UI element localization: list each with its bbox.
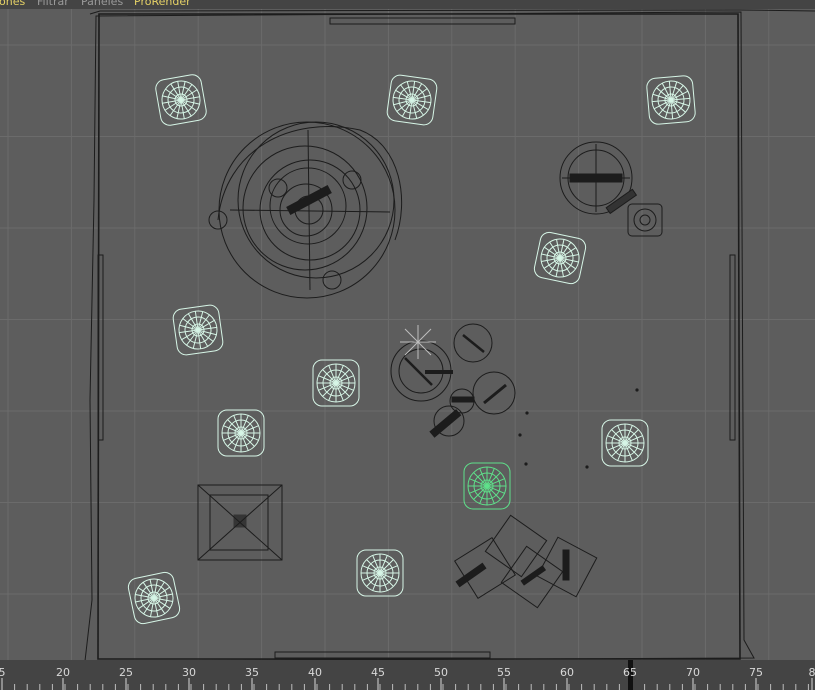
area-light[interactable] — [356, 549, 404, 597]
tick-label: 50 — [434, 666, 448, 679]
area-light[interactable] — [217, 409, 265, 457]
tick-label: 25 — [119, 666, 133, 679]
tick-label: 8 — [808, 666, 815, 679]
tick-label: 20 — [56, 666, 70, 679]
camera-cluster — [390, 323, 516, 438]
area-light[interactable] — [154, 73, 207, 126]
menu-item-opciones[interactable]: ones — [0, 0, 25, 9]
menu-item-paneles[interactable]: Paneles — [81, 0, 123, 9]
pyramid-object — [197, 484, 283, 561]
tick-label: 40 — [308, 666, 322, 679]
menu-item-filtrar[interactable]: Filtrar — [37, 0, 69, 9]
area-light[interactable] — [646, 75, 696, 125]
tick-label: 60 — [560, 666, 574, 679]
area-light[interactable] — [386, 74, 438, 126]
tick-label: 75 — [749, 666, 763, 679]
area-light[interactable] — [312, 359, 360, 407]
tick-label: 30 — [182, 666, 196, 679]
timeline-ruler[interactable]: 5 20 25 30 35 40 45 50 55 60 65 70 75 8 — [0, 660, 815, 690]
area-light[interactable] — [533, 231, 588, 286]
tick-label: 5 — [0, 666, 6, 679]
menu-item-prorender[interactable]: ProRender — [134, 0, 191, 9]
viewport-top-view[interactable] — [0, 9, 815, 660]
tick-label: 65 — [623, 666, 637, 679]
truss-structure — [208, 121, 402, 299]
tick-label: 35 — [245, 666, 259, 679]
tick-label: 55 — [497, 666, 511, 679]
tick-label: 45 — [371, 666, 385, 679]
area-light[interactable] — [127, 571, 182, 626]
menu-bar: ones Filtrar Paneles ProRender — [0, 0, 815, 9]
spot-rig-right — [559, 141, 663, 237]
area-light[interactable] — [601, 419, 649, 467]
tick-label: 70 — [686, 666, 700, 679]
